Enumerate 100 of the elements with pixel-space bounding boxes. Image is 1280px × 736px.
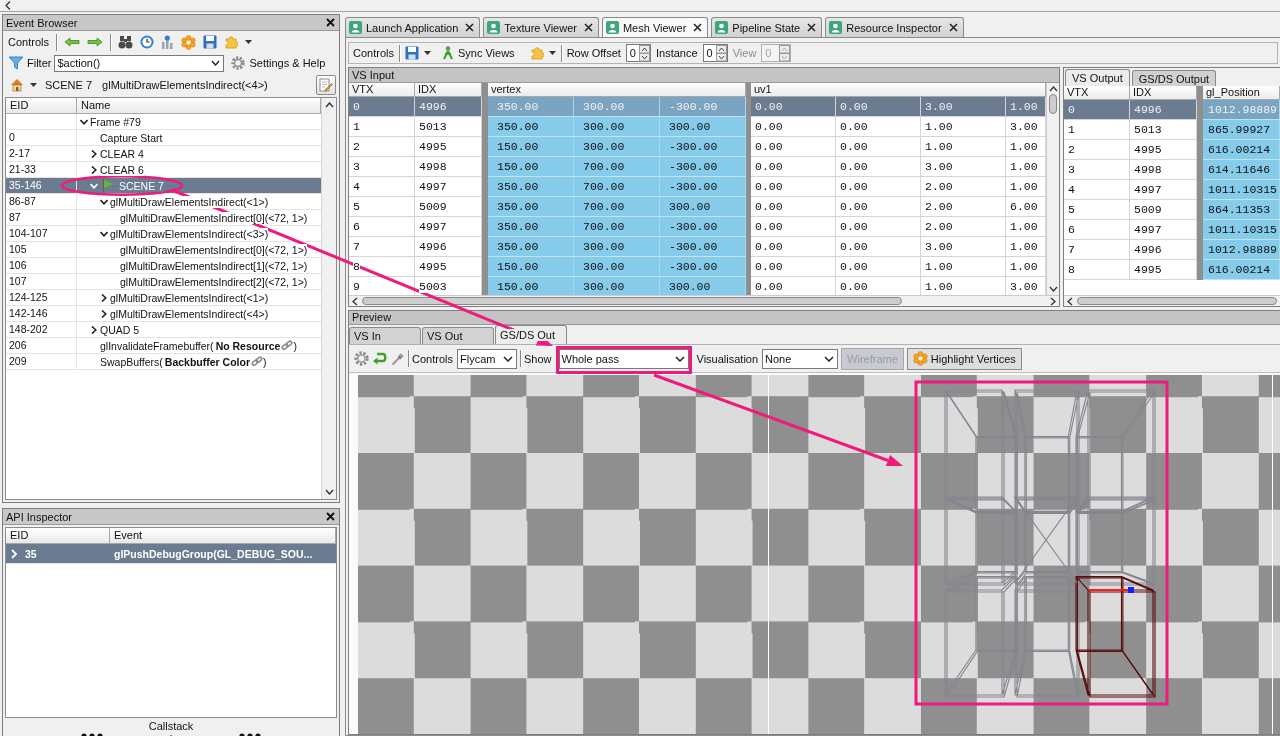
breadcrumb-item[interactable]: glMultiDrawElementsIndirect(<4>) (100, 79, 270, 91)
resource-link[interactable]: Backbuffer Color (164, 355, 264, 368)
breadcrumb-item[interactable]: SCENE 7 (43, 79, 95, 91)
dropdown[interactable]: None (762, 348, 839, 369)
scrollbar-thumb[interactable] (1077, 297, 1277, 305)
link-icon (281, 340, 294, 351)
spin-arrows-icon[interactable] (638, 44, 650, 62)
tree-row[interactable]: 209 SwapBuffers( Backbuffer Color ) (6, 354, 321, 370)
horizontal-scrollbar[interactable] (349, 295, 1059, 306)
sync-views-button[interactable]: Sync Views (441, 46, 515, 60)
tab[interactable]: VS Output (1065, 69, 1130, 86)
tab[interactable]: GS/DS Out (495, 325, 567, 344)
table-row[interactable]: 35 glPushDebugGroup(GL_DEBUG_SOU... (6, 544, 336, 564)
tree-row[interactable]: 148-202 QUAD 5 (6, 322, 321, 338)
tree-row[interactable]: 124-125 glMultiDrawElementsIndirect(<1>) (6, 290, 321, 306)
tree-row[interactable]: 86-87 glMultiDrawElementsIndirect(<1>) (6, 194, 321, 210)
chevron-right-icon[interactable] (90, 325, 98, 334)
scrollbar-thumb[interactable] (362, 297, 902, 305)
close-icon[interactable] (693, 23, 703, 32)
tree-row[interactable]: 106 glMultiDrawElementsIndirect[1](<72, 1>) (6, 258, 321, 274)
table-cell: 0.00 (751, 157, 836, 177)
table-row[interactable]: 7 4996 1012.98889 (1064, 240, 1280, 260)
settings-help-button[interactable]: Settings & Help (231, 56, 326, 70)
tree-row[interactable]: Frame #79 (6, 114, 321, 130)
tab[interactable]: Mesh Viewer (601, 17, 709, 37)
save-icon[interactable] (404, 46, 419, 60)
tree-row[interactable]: 206 glInvalidateFramebuffer( No Resource ) (6, 338, 321, 354)
table-row[interactable]: 0 4996 1012.98889 (1064, 100, 1280, 120)
caret-icon[interactable] (423, 51, 431, 55)
chevron-down-icon[interactable] (100, 229, 108, 238)
scroll-left-icon[interactable] (1067, 296, 1073, 306)
table-row[interactable]: 4 4997 1011.10315 (1064, 180, 1280, 200)
close-icon[interactable] (948, 23, 958, 32)
arrow-right-icon[interactable] (86, 37, 103, 47)
horizontal-scrollbar[interactable] (1064, 295, 1280, 306)
bar-chart-icon[interactable] (160, 35, 174, 49)
close-icon[interactable] (326, 18, 335, 27)
close-icon[interactable] (326, 512, 335, 521)
dropdown[interactable]: Flycam (456, 348, 517, 369)
home-icon[interactable] (10, 78, 24, 92)
scroll-left-icon[interactable] (352, 296, 358, 306)
table-row[interactable]: 2 4995 616.00214 (1064, 140, 1280, 160)
tree-row[interactable]: 142-146 glMultiDrawElementsIndirect(<4>) (6, 306, 321, 322)
chevron-left-icon[interactable] (5, 1, 11, 10)
chevron-down-icon[interactable] (80, 117, 88, 126)
tab[interactable]: Texture Viewer (483, 17, 599, 37)
spin-arrows-icon[interactable] (715, 44, 727, 62)
table-cell: 35-146 (9, 179, 42, 191)
funnel-icon[interactable] (8, 56, 24, 70)
tree-row[interactable]: 2-17 CLEAR 4 (6, 146, 321, 162)
resource-link[interactable]: No Resource (215, 339, 294, 352)
table-cell: 1.00 (1006, 257, 1046, 277)
edit-button[interactable] (316, 75, 336, 95)
scroll-up-icon[interactable] (324, 102, 334, 108)
chevron-down-icon[interactable] (100, 197, 108, 206)
spinbox[interactable]: 0 (625, 44, 651, 62)
tab[interactable]: VS Out (422, 327, 494, 344)
chevron-right-icon[interactable] (100, 293, 108, 302)
tree-row[interactable]: 0 Capture Start (6, 130, 321, 146)
table-row[interactable]: 3 4998 614.11646 (1064, 160, 1280, 180)
scroll-down-icon[interactable] (324, 489, 334, 495)
chevron-right-icon[interactable] (90, 149, 98, 158)
chevron-right-icon[interactable] (90, 165, 98, 174)
spinbox[interactable]: 0 (702, 44, 728, 62)
tab[interactable]: VS In (349, 327, 421, 344)
tree-row[interactable]: 35-146 SCENE 7 (6, 178, 321, 194)
table-row[interactable]: 1 5013 865.99927 (1064, 120, 1280, 140)
pipette-icon[interactable] (391, 351, 405, 366)
caret-icon[interactable] (244, 40, 252, 44)
close-icon[interactable] (807, 23, 817, 32)
table-row[interactable]: 6 4997 1011.10315 (1064, 220, 1280, 240)
chevron-down-icon[interactable] (211, 60, 221, 66)
scroll-right-icon[interactable] (1050, 296, 1056, 306)
caret-icon[interactable] (30, 83, 37, 87)
vertical-scrollbar[interactable] (321, 98, 336, 499)
undo-arrow-icon[interactable] (372, 351, 388, 366)
clock-icon[interactable] (139, 35, 154, 49)
tab[interactable]: Resource Inspector (825, 17, 964, 37)
filter-field[interactable]: $action() (54, 54, 225, 72)
arrow-left-icon[interactable] (63, 37, 80, 47)
tab[interactable]: Launch Application (345, 17, 481, 37)
close-icon[interactable] (583, 23, 593, 32)
table-row[interactable]: 5 5009 864.11353 (1064, 200, 1280, 220)
tree-row[interactable]: 104-107 glMultiDrawElementsIndirect(<3>) (6, 226, 321, 242)
table-cell: 1012.98889 (1203, 240, 1280, 260)
highlight-vertices-button[interactable]: Highlight Vertices (906, 347, 1022, 370)
tab[interactable]: GS/DS Output (1131, 70, 1217, 86)
gear-icon[interactable] (354, 351, 369, 366)
tab[interactable]: Pipeline State (711, 17, 823, 37)
table-cell: 6 (349, 217, 415, 237)
table-cell: 4998 (1130, 160, 1197, 180)
caret-icon[interactable] (548, 51, 556, 55)
save-icon[interactable] (202, 35, 217, 49)
table-row[interactable]: 8 4995 616.00214 (1064, 260, 1280, 280)
tree-row[interactable]: 107 glMultiDrawElementsIndirect[2](<72, 1>) (6, 274, 321, 290)
tree-row[interactable]: 87 glMultiDrawElementsIndirect[0](<72, 1>) (6, 210, 321, 226)
tree-row[interactable]: 105 glMultiDrawElementsIndirect[0](<72, 1>) (6, 242, 321, 258)
chevron-right-icon[interactable] (100, 309, 108, 318)
binoculars-icon[interactable] (117, 35, 133, 49)
close-icon[interactable] (465, 23, 475, 32)
